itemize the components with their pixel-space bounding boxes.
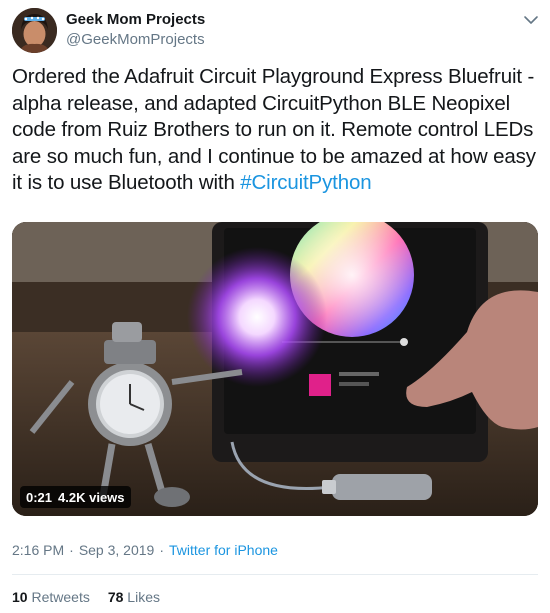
likes-label: Likes — [127, 589, 160, 605]
retweets-stat[interactable]: 10 Retweets — [12, 589, 90, 605]
hashtag-link[interactable]: #CircuitPython — [240, 171, 371, 194]
author-display-name[interactable]: Geek Mom Projects — [66, 11, 205, 28]
tweet-stats: 10 Retweets 78 Likes — [12, 589, 160, 605]
tweet-date[interactable]: Sep 3, 2019 — [79, 542, 155, 558]
author-handle[interactable]: @GeekMomProjects — [66, 31, 205, 48]
divider — [12, 574, 538, 575]
tweet-meta: 2:16 PM · Sep 3, 2019 · Twitter for iPho… — [12, 542, 278, 558]
video-player[interactable]: 0:21 4.2K views — [12, 222, 538, 516]
video-views: 4.2K views — [58, 489, 125, 505]
likes-count: 78 — [107, 589, 124, 605]
tweet-text: Ordered the Adafruit Circuit Playground … — [12, 64, 542, 197]
retweets-count: 10 — [12, 589, 28, 605]
meta-separator: · — [69, 542, 74, 558]
tweet-card: Geek Mom Projects @GeekMomProjects Order… — [0, 0, 550, 613]
tweet-source-link[interactable]: Twitter for iPhone — [169, 542, 278, 558]
video-info-badge: 0:21 4.2K views — [20, 486, 131, 508]
likes-stat[interactable]: 78 Likes — [108, 589, 160, 605]
meta-separator: · — [159, 542, 164, 558]
tweet-time[interactable]: 2:16 PM — [12, 542, 64, 558]
video-duration: 0:21 — [26, 489, 53, 505]
more-options-chevron-down-icon[interactable] — [520, 9, 542, 31]
profile-avatar-icon — [12, 8, 57, 53]
video-thumbnail — [12, 222, 538, 516]
author-avatar[interactable] — [12, 8, 57, 53]
retweets-label: Retweets — [31, 589, 90, 605]
